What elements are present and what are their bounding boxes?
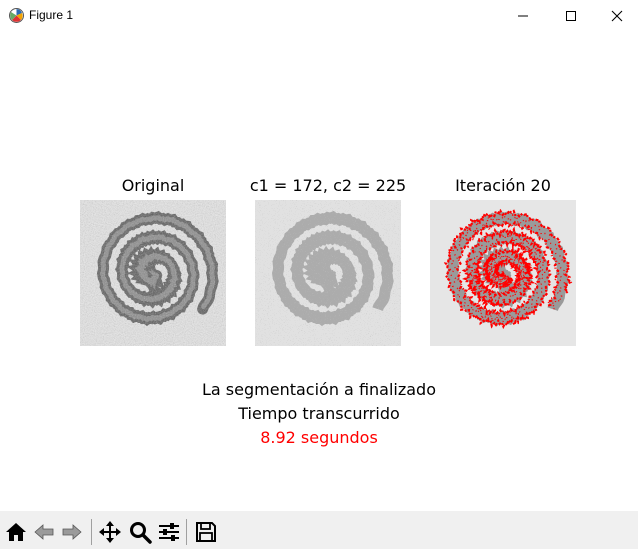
- elapsed-time-label: Tiempo transcurrido: [238, 404, 400, 423]
- pan-button[interactable]: [98, 520, 122, 544]
- minimize-button[interactable]: [500, 0, 546, 31]
- subplot-title-iteration: Iteración 20: [455, 176, 551, 195]
- back-button[interactable]: [32, 520, 56, 544]
- gray-spiral-image: [80, 200, 226, 346]
- zoom-icon: [128, 520, 152, 544]
- subplot-title-segmented: c1 = 172, c2 = 225: [249, 176, 407, 195]
- two-tone-spiral-image: [255, 200, 401, 346]
- spiral-with-red-contour-image: [430, 200, 576, 346]
- elapsed-time-value: 8.92 segundos: [260, 428, 378, 447]
- minimize-icon: [517, 10, 529, 22]
- navigation-toolbar: [0, 511, 638, 549]
- configure-subplots-button[interactable]: [157, 520, 181, 544]
- window-title: Figure 1: [29, 8, 74, 22]
- close-icon: [611, 10, 623, 22]
- home-icon: [4, 520, 28, 544]
- forward-button[interactable]: [60, 520, 84, 544]
- toolbar-separator: [186, 519, 187, 545]
- pan-icon: [98, 520, 122, 544]
- zoom-button[interactable]: [128, 520, 152, 544]
- back-arrow-icon: [32, 520, 56, 544]
- save-button[interactable]: [194, 520, 218, 544]
- maximize-button[interactable]: [548, 0, 594, 31]
- forward-arrow-icon: [60, 520, 84, 544]
- subplot-title-original: Original: [121, 176, 185, 195]
- save-icon: [194, 520, 218, 544]
- home-button[interactable]: [4, 520, 28, 544]
- status-message: La segmentación a finalizado: [202, 380, 436, 399]
- toolbar-separator: [91, 519, 92, 545]
- close-button[interactable]: [594, 0, 638, 31]
- configure-subplots-icon: [157, 520, 181, 544]
- matplotlib-icon: [8, 7, 25, 24]
- title-bar: Figure 1: [0, 0, 638, 31]
- maximize-icon: [565, 10, 577, 22]
